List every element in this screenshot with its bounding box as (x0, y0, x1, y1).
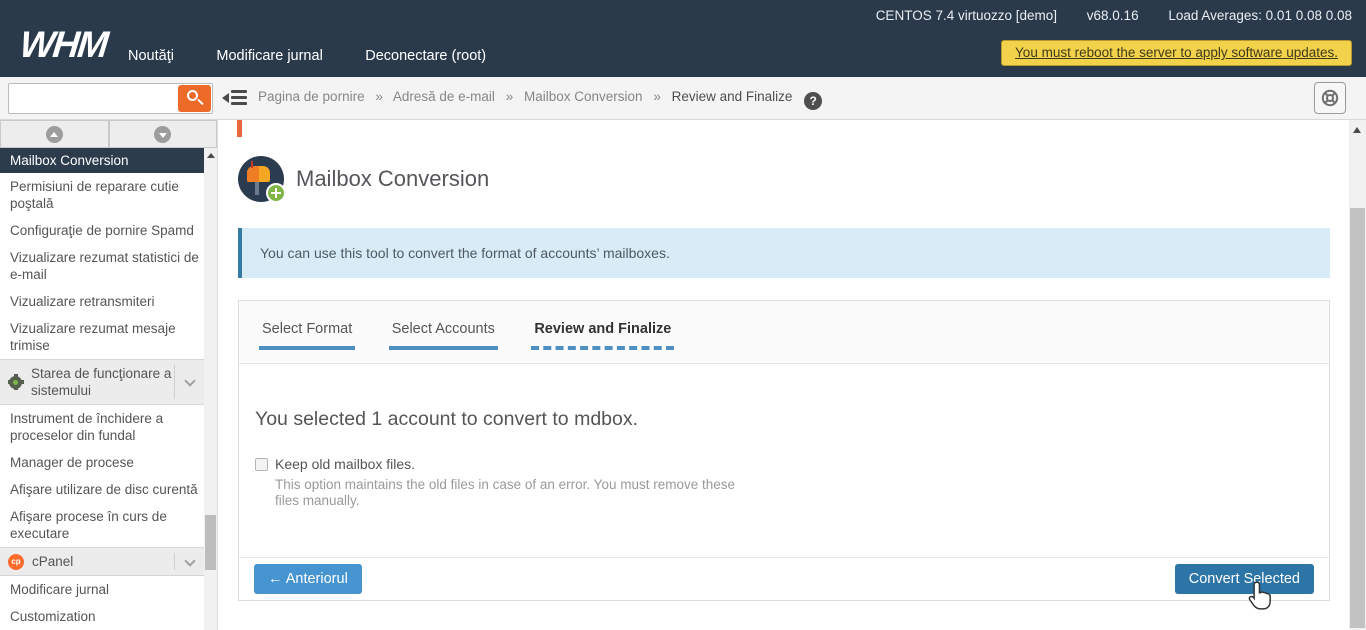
chevron-down-icon[interactable] (174, 553, 204, 570)
arrow-down-icon (154, 126, 171, 143)
scrollbar-up-arrow-icon[interactable] (1353, 127, 1361, 133)
convert-selected-button[interactable]: Convert Selected (1175, 564, 1314, 594)
reboot-alert-button[interactable]: You must reboot the server to apply soft… (1001, 40, 1352, 66)
sidebar-item-change-log[interactable]: Modificare jurnal (0, 576, 204, 603)
search-input[interactable] (13, 85, 178, 112)
server-name: CENTOS 7.4 virtuozzo [demo] (876, 8, 1057, 23)
move-badge-icon (266, 183, 286, 203)
scrollbar-up-arrow-icon[interactable] (207, 153, 215, 158)
page-scrollbar-thumb[interactable] (1350, 208, 1365, 628)
sidebar-scrollbar[interactable] (204, 148, 217, 630)
collapse-sidebar-icon[interactable] (222, 88, 250, 108)
sidebar-menu: Mailbox Conversion Permisiuni de reparar… (0, 148, 204, 630)
gear-icon (8, 375, 23, 390)
load-averages: Load Averages: 0.01 0.08 0.08 (1168, 8, 1352, 23)
previous-button[interactable]: ← Anteriorul (254, 564, 362, 594)
sidebar-item-running-processes[interactable]: Afişare procese în curs de executare (0, 503, 204, 547)
breadcrumb: Pagina de pornire » Adresă de e-mail » M… (258, 89, 822, 110)
tab-select-format[interactable]: Select Format (259, 318, 355, 350)
wizard-card: Select Format Select Accounts Review and… (238, 300, 1330, 601)
breadcrumb-home[interactable]: Pagina de pornire (258, 89, 365, 104)
nav-logout-link[interactable]: Deconectare (root) (365, 48, 486, 64)
mouse-cursor (1247, 581, 1273, 616)
sidebar-section-cpanel[interactable]: cp cPanel (0, 547, 204, 576)
wizard-footer: ← Anteriorul Convert Selected (239, 557, 1329, 600)
top-header-bar: CENTOS 7.4 virtuozzo [demo] v68.0.16 Loa… (0, 0, 1366, 77)
top-nav: Noutăţi Modificare jurnal Deconectare (r… (128, 47, 524, 65)
sidebar-item-spamd-config[interactable]: Configuraţie de pornire Spamd (0, 217, 204, 244)
keep-old-files-checkbox[interactable] (255, 458, 268, 471)
sidebar-section-system-health[interactable]: Starea de funcţionare a sistemului (0, 359, 204, 405)
nav-news-link[interactable]: Noutăţi (128, 48, 174, 64)
server-info: CENTOS 7.4 virtuozzo [demo] v68.0.16 Loa… (850, 8, 1352, 23)
scroll-up-button[interactable] (0, 120, 109, 148)
sidebar-item-disk-usage[interactable]: Afişare utilizare de disc curentă (0, 476, 204, 503)
sidebar-scrollbar-thumb[interactable] (205, 515, 216, 570)
sidebar-item-customization[interactable]: Customization (0, 603, 204, 630)
info-banner-text: You can use this tool to convert the for… (242, 228, 1330, 261)
keep-old-files-label[interactable]: Keep old mailbox files. (275, 456, 415, 472)
breadcrumb-bar: Pagina de pornire » Adresă de e-mail » M… (0, 77, 1366, 120)
sidebar-item-background-process-killer[interactable]: Instrument de închidere a proceselor din… (0, 405, 204, 449)
sidebar: Mailbox Conversion Permisiuni de reparar… (0, 120, 218, 630)
search-button[interactable] (178, 85, 211, 112)
keep-old-files-help: This option maintains the old files in c… (275, 477, 757, 508)
main-content: Mailbox Conversion You can use this tool… (218, 120, 1349, 630)
sidebar-item-process-manager[interactable]: Manager de procese (0, 449, 204, 476)
content-top-marker (237, 120, 242, 137)
page-title-row: Mailbox Conversion (238, 156, 489, 202)
arrow-up-icon (46, 126, 63, 143)
help-icon[interactable]: ? (804, 92, 822, 110)
keep-old-files-row: Keep old mailbox files. (255, 456, 1313, 472)
breadcrumb-mailbox-conversion[interactable]: Mailbox Conversion (524, 89, 643, 104)
breadcrumb-current: Review and Finalize (672, 89, 793, 104)
sidebar-search-box (8, 83, 213, 114)
mailbox-conversion-icon (238, 156, 284, 202)
sidebar-item-mailbox-permissions[interactable]: Permisiuni de reparare cutie poştală (0, 173, 204, 217)
wizard-body: You selected 1 account to convert to mdb… (239, 364, 1329, 508)
whm-version: v68.0.16 (1087, 8, 1139, 23)
sidebar-item-view-relayers[interactable]: Vizualizare retransmiteri (0, 288, 204, 315)
support-button[interactable] (1314, 82, 1346, 114)
chevron-down-icon[interactable] (174, 365, 204, 399)
life-ring-icon (1320, 88, 1340, 108)
breadcrumb-email[interactable]: Adresă de e-mail (393, 89, 495, 104)
wizard-tabs: Select Format Select Accounts Review and… (239, 301, 1329, 364)
sidebar-item-mail-statistics[interactable]: Vizualizare rezumat statistici de e-mail (0, 244, 204, 288)
sidebar-scroll-buttons (0, 120, 217, 148)
info-banner: You can use this tool to convert the for… (238, 228, 1330, 278)
whm-logo[interactable]: WHM (18, 24, 109, 66)
selection-summary: You selected 1 account to convert to mdb… (255, 408, 1313, 431)
page-title: Mailbox Conversion (296, 166, 489, 192)
cpanel-icon: cp (8, 554, 24, 570)
tab-review-and-finalize[interactable]: Review and Finalize (531, 318, 674, 350)
tab-select-accounts[interactable]: Select Accounts (389, 318, 498, 350)
sidebar-item-mailbox-conversion[interactable]: Mailbox Conversion (0, 148, 204, 173)
scroll-down-button[interactable] (109, 120, 218, 148)
page-scrollbar[interactable] (1349, 120, 1366, 630)
nav-change-log-link[interactable]: Modificare jurnal (216, 48, 322, 64)
sidebar-item-sent-summary[interactable]: Vizualizare rezumat mesaje trimise (0, 315, 204, 359)
